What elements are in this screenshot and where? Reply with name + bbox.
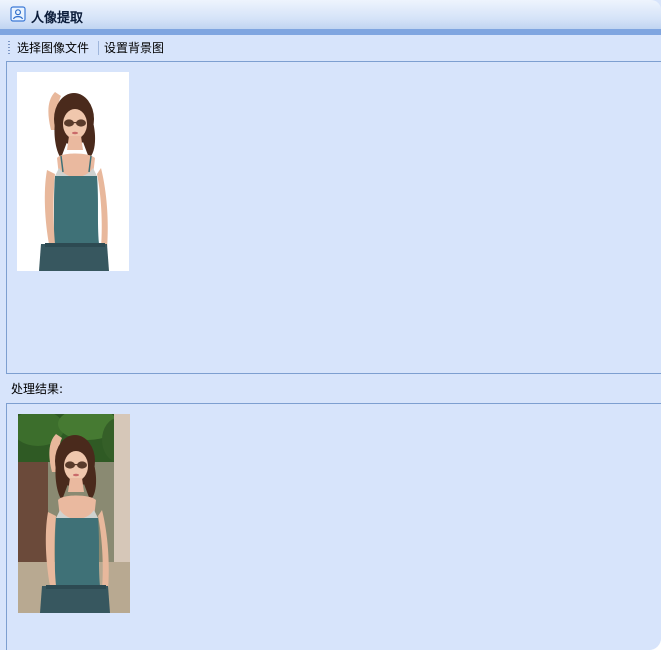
toolbar-separator <box>98 41 99 55</box>
app-window: 人像提取 选择图像文件 设置背景图 处理结果: <box>0 0 661 650</box>
toolbar: 选择图像文件 设置背景图 <box>0 36 661 60</box>
portrait-app-icon <box>10 6 26 22</box>
window-title: 人像提取 <box>31 11 84 26</box>
title-band <box>0 29 661 35</box>
result-portrait-image <box>18 414 130 613</box>
set-background-button[interactable]: 设置背景图 <box>104 40 164 56</box>
result-label: 处理结果: <box>11 382 64 396</box>
select-image-button[interactable]: 选择图像文件 <box>17 40 89 56</box>
source-portrait-image <box>17 72 129 271</box>
source-image-panel <box>6 61 661 374</box>
result-image-panel <box>6 403 661 650</box>
title-bar[interactable]: 人像提取 <box>0 0 661 35</box>
toolbar-grip[interactable] <box>8 41 10 55</box>
